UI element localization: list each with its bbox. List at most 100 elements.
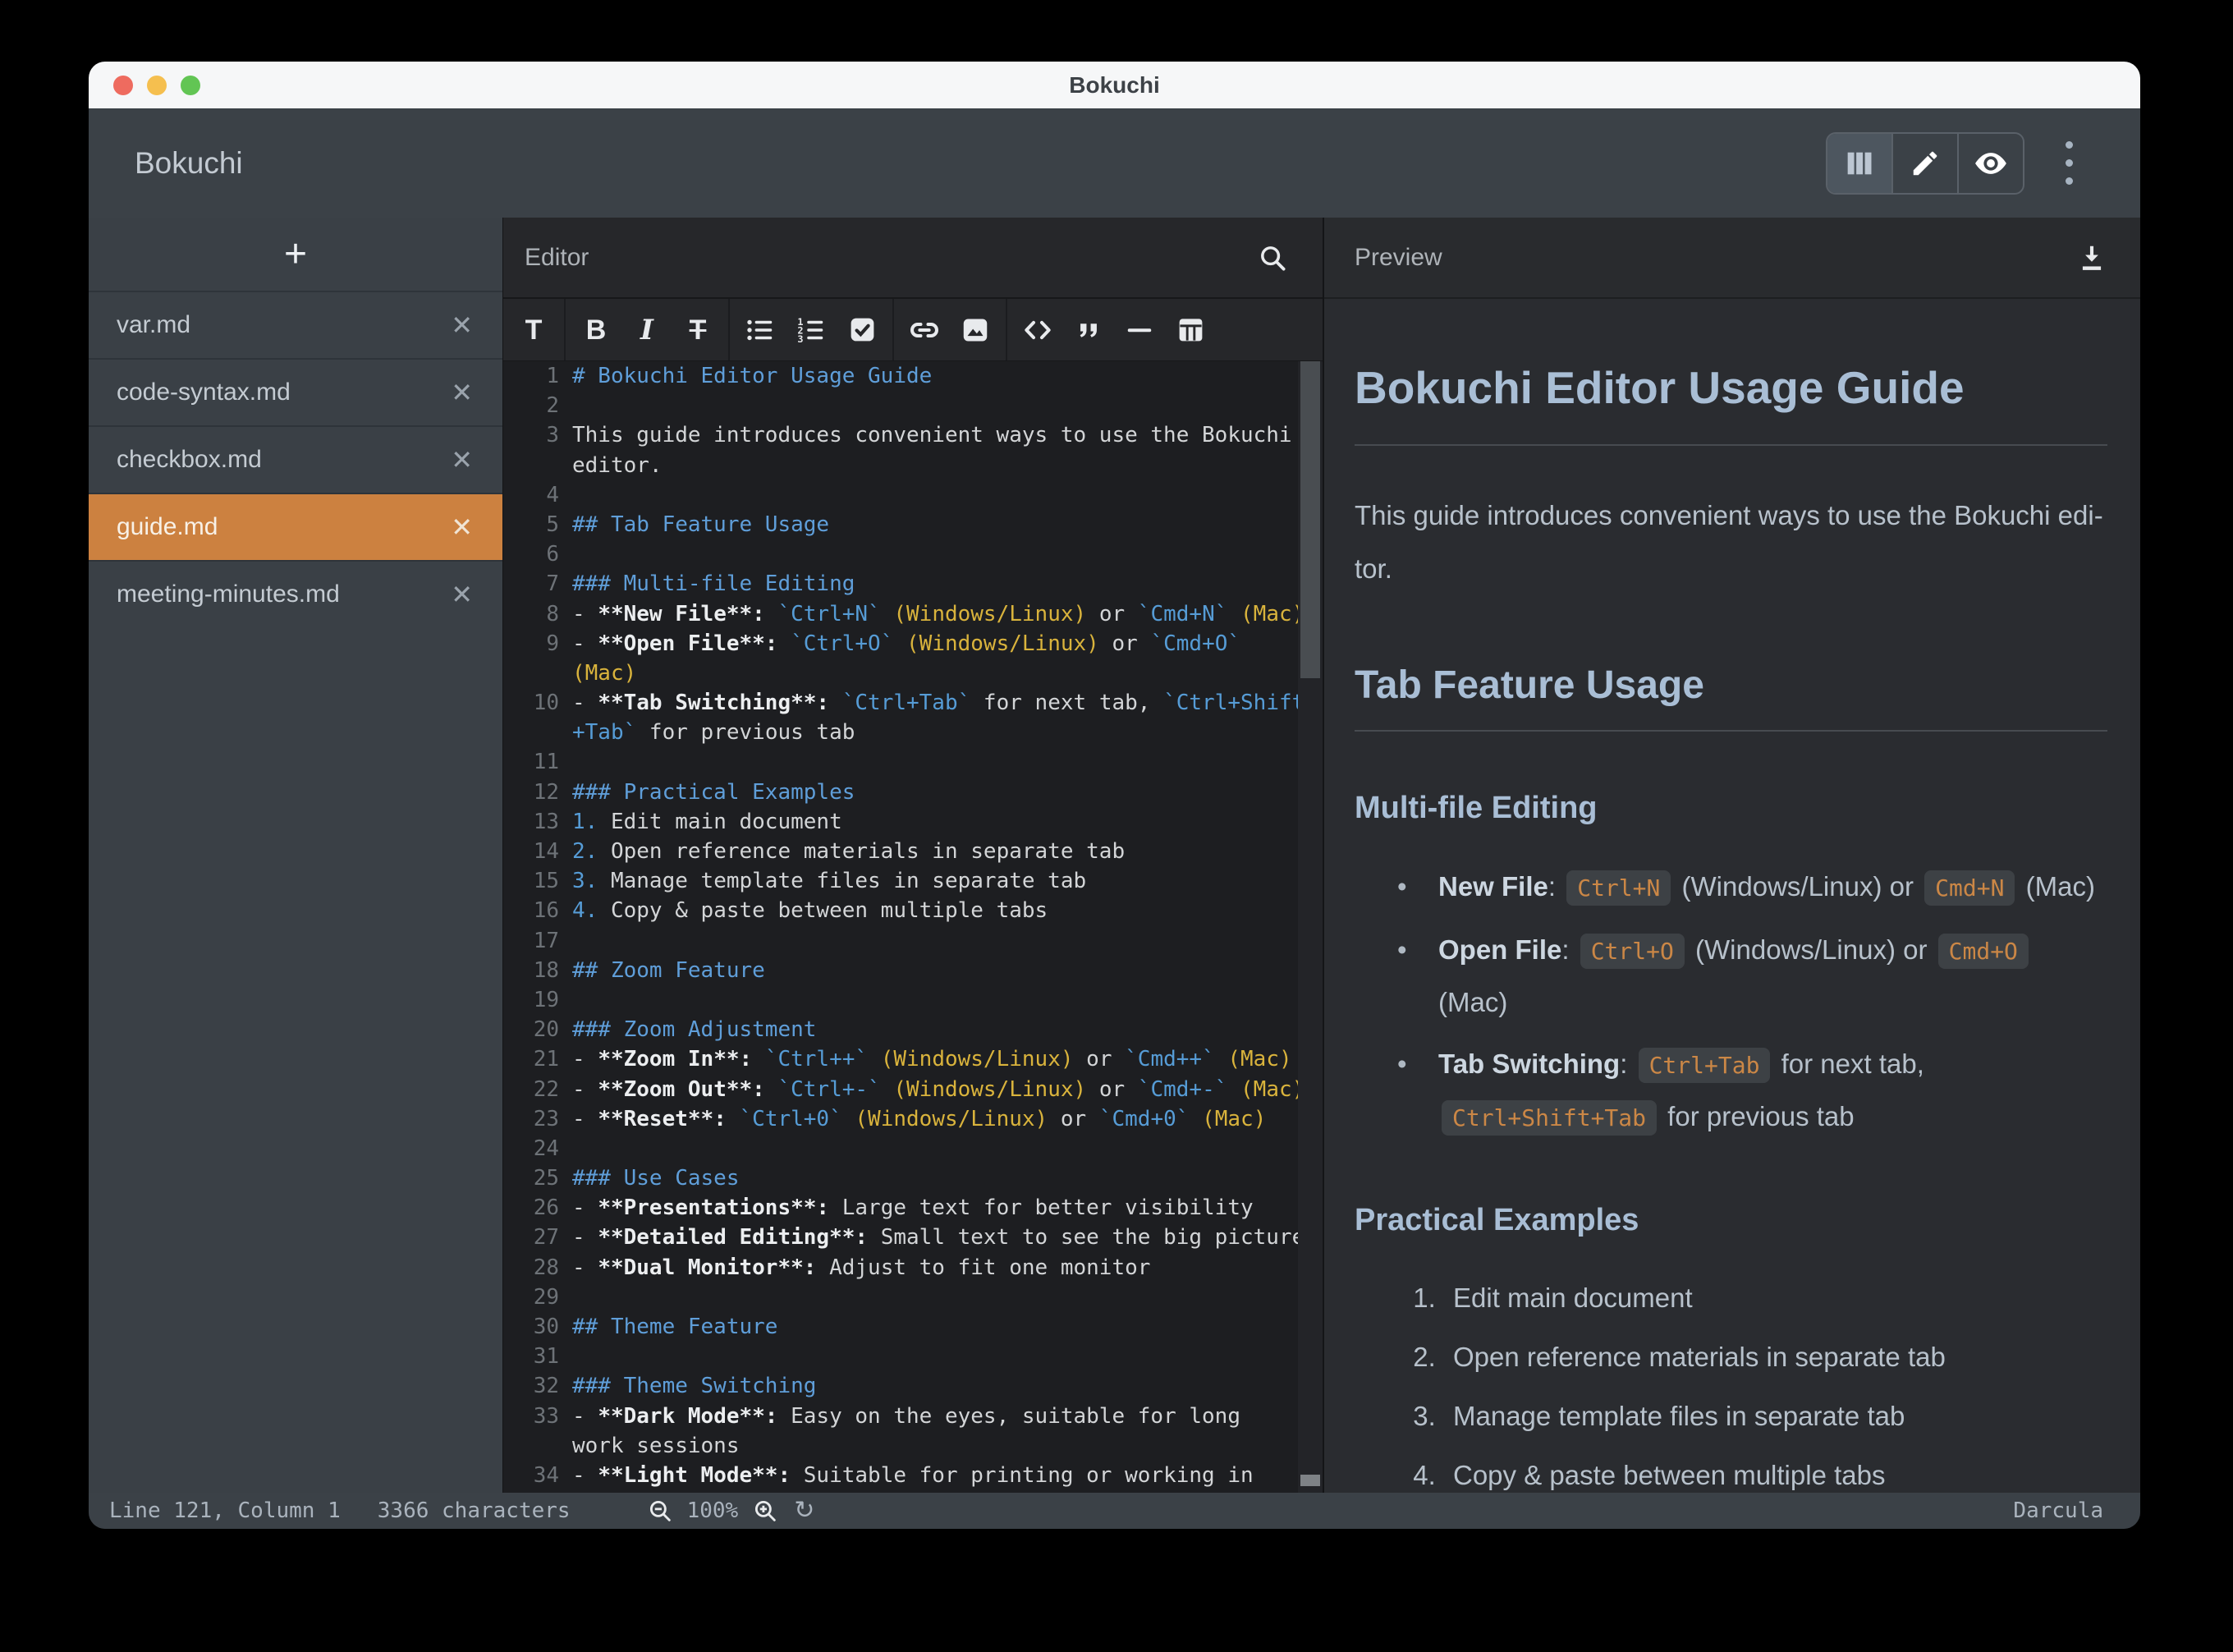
- code-line: 4: [503, 480, 1298, 510]
- numbered-list-button[interactable]: 123: [786, 305, 837, 356]
- file-name: checkbox.md: [117, 446, 451, 474]
- editor-textarea[interactable]: 1# Bokuchi Editor Usage Guide23This guid…: [503, 361, 1323, 1493]
- file-tab[interactable]: var.md✕: [89, 291, 502, 358]
- code-line: +Tab` for previous tab: [503, 718, 1298, 747]
- more-menu-button[interactable]: [2046, 134, 2092, 193]
- line-number: 8: [503, 599, 572, 629]
- code-line: 10- **Tab Switching**: `Ctrl+Tab` for ne…: [503, 688, 1298, 718]
- horizontal-rule-button[interactable]: [1114, 305, 1165, 356]
- keyboard-shortcut-chip: Cmd+O: [1938, 934, 2029, 969]
- code-line: 22- **Zoom Out**: `Ctrl+-` (Windows/Linu…: [503, 1075, 1298, 1104]
- bullet-list-button[interactable]: [735, 305, 786, 356]
- line-text: ### Zoom Adjustment: [572, 1015, 816, 1044]
- line-text: 4. Copy & paste between multiple tabs: [572, 896, 1048, 925]
- line-number: 20: [503, 1015, 572, 1044]
- line-text: - **Zoom In**: `Ctrl++` (Windows/Linux) …: [572, 1044, 1292, 1074]
- link-button[interactable]: [899, 305, 950, 356]
- code-line: bright environments: [503, 1490, 1298, 1493]
- line-number: 4: [503, 480, 572, 510]
- table-button[interactable]: [1165, 305, 1216, 356]
- strikethrough-button[interactable]: T: [672, 305, 723, 356]
- code-line: 8- **New File**: `Ctrl+N` (Windows/Linux…: [503, 599, 1298, 629]
- file-tab[interactable]: meeting-minutes.md✕: [89, 560, 502, 627]
- sidebar-header: +: [89, 218, 502, 291]
- code-line: 164. Copy & paste between multiple tabs: [503, 896, 1298, 925]
- italic-button[interactable]: I: [621, 305, 672, 356]
- toolbar-group: T: [503, 299, 566, 360]
- line-number: 24: [503, 1134, 572, 1163]
- quote-button[interactable]: [1063, 305, 1114, 356]
- line-text: +Tab` for previous tab: [572, 718, 855, 747]
- code-line: 20### Zoom Adjustment: [503, 1015, 1298, 1044]
- line-number: 18: [503, 956, 572, 985]
- line-number: 11: [503, 747, 572, 777]
- line-text: - **Open File**: `Ctrl+O` (Windows/Linux…: [572, 629, 1240, 659]
- export-button[interactable]: [2076, 242, 2107, 273]
- line-number: 9: [503, 629, 572, 659]
- zoom-in-button[interactable]: [751, 1497, 779, 1525]
- strikethrough-icon: T: [690, 316, 707, 344]
- line-number: 30: [503, 1312, 572, 1342]
- line-number: 25: [503, 1163, 572, 1193]
- add-file-button[interactable]: +: [284, 235, 307, 274]
- code-line: 5## Tab Feature Usage: [503, 510, 1298, 539]
- zoom-out-button[interactable]: [646, 1497, 674, 1525]
- file-tab[interactable]: checkbox.md✕: [89, 425, 502, 493]
- cursor-position: Line 121, Column 1: [109, 1498, 341, 1523]
- line-text: editor.: [572, 451, 663, 480]
- line-text: ### Practical Examples: [572, 778, 855, 807]
- toolbar-group: BIT: [566, 299, 730, 360]
- editor-view-button[interactable]: [1891, 134, 1957, 193]
- code-line: 2: [503, 391, 1298, 420]
- split-view-button[interactable]: [1827, 134, 1891, 193]
- close-file-button[interactable]: ✕: [451, 512, 473, 543]
- checkbox-button[interactable]: [837, 305, 887, 356]
- file-tab[interactable]: code-syntax.md✕: [89, 358, 502, 425]
- zoom-reset-button[interactable]: ↻: [794, 1498, 814, 1523]
- close-file-button[interactable]: ✕: [451, 579, 473, 610]
- shortcut-list: New File: Ctrl+N (Windows/Linux) or Cmd+…: [1355, 861, 2107, 1144]
- character-count: 3366 characters: [378, 1498, 571, 1523]
- preview-paragraph: This guide introduces convenient ways to…: [1355, 489, 2107, 595]
- toolbar-group: [894, 299, 1007, 360]
- preview-pane-title: Preview: [1355, 244, 1442, 272]
- code-line: 11: [503, 747, 1298, 777]
- code-line: 25### Use Cases: [503, 1163, 1298, 1193]
- code-line: 21- **Zoom In**: `Ctrl++` (Windows/Linux…: [503, 1044, 1298, 1074]
- minimize-window-button[interactable]: [147, 76, 167, 95]
- preview-pane-header: Preview: [1324, 218, 2140, 299]
- close-file-button[interactable]: ✕: [451, 310, 473, 341]
- line-text: - **Zoom Out**: `Ctrl+-` (Windows/Linux)…: [572, 1075, 1304, 1104]
- code-line: 6: [503, 539, 1298, 569]
- editor-code: 1# Bokuchi Editor Usage Guide23This guid…: [503, 361, 1298, 1493]
- line-number: [503, 659, 572, 688]
- editor-scrollbar-thumb[interactable]: [1300, 361, 1320, 678]
- preview-view-button[interactable]: [1957, 134, 2023, 193]
- editor-scrollbar-corner: [1300, 1475, 1320, 1486]
- app-window: Bokuchi Bokuchi + var.md✕code-syntax.md✕…: [89, 62, 2140, 1529]
- close-file-button[interactable]: ✕: [451, 444, 473, 475]
- example-item: Open reference materials in separate tab: [1443, 1328, 2107, 1387]
- keyboard-shortcut-chip: Ctrl+Tab: [1639, 1048, 1771, 1083]
- image-button[interactable]: [950, 305, 1001, 356]
- shortcut-item: Open File: Ctrl+O (Windows/Linux) or Cmd…: [1397, 925, 2107, 1028]
- code-line: 3This guide introduces convenient ways t…: [503, 420, 1298, 450]
- code-button[interactable]: [1012, 305, 1063, 356]
- heading-button[interactable]: T: [508, 305, 559, 356]
- zoom-window-button[interactable]: [181, 76, 200, 95]
- search-icon: [1257, 242, 1288, 273]
- file-name: code-syntax.md: [117, 379, 451, 406]
- file-tab[interactable]: guide.md✕: [89, 493, 502, 560]
- editor-pane-header: Editor: [503, 218, 1323, 299]
- search-button[interactable]: [1257, 242, 1288, 273]
- line-number: 28: [503, 1253, 572, 1283]
- code-line: 26- **Presentations**: Large text for be…: [503, 1193, 1298, 1223]
- close-file-button[interactable]: ✕: [451, 377, 473, 408]
- line-text: ### Use Cases: [572, 1163, 740, 1193]
- close-window-button[interactable]: [113, 76, 133, 95]
- line-number: 32: [503, 1371, 572, 1401]
- bold-button[interactable]: B: [571, 305, 621, 356]
- editor-scrollbar[interactable]: [1298, 361, 1323, 1493]
- file-name: meeting-minutes.md: [117, 580, 451, 608]
- shortcut-item: New File: Ctrl+N (Windows/Linux) or Cmd+…: [1397, 861, 2107, 914]
